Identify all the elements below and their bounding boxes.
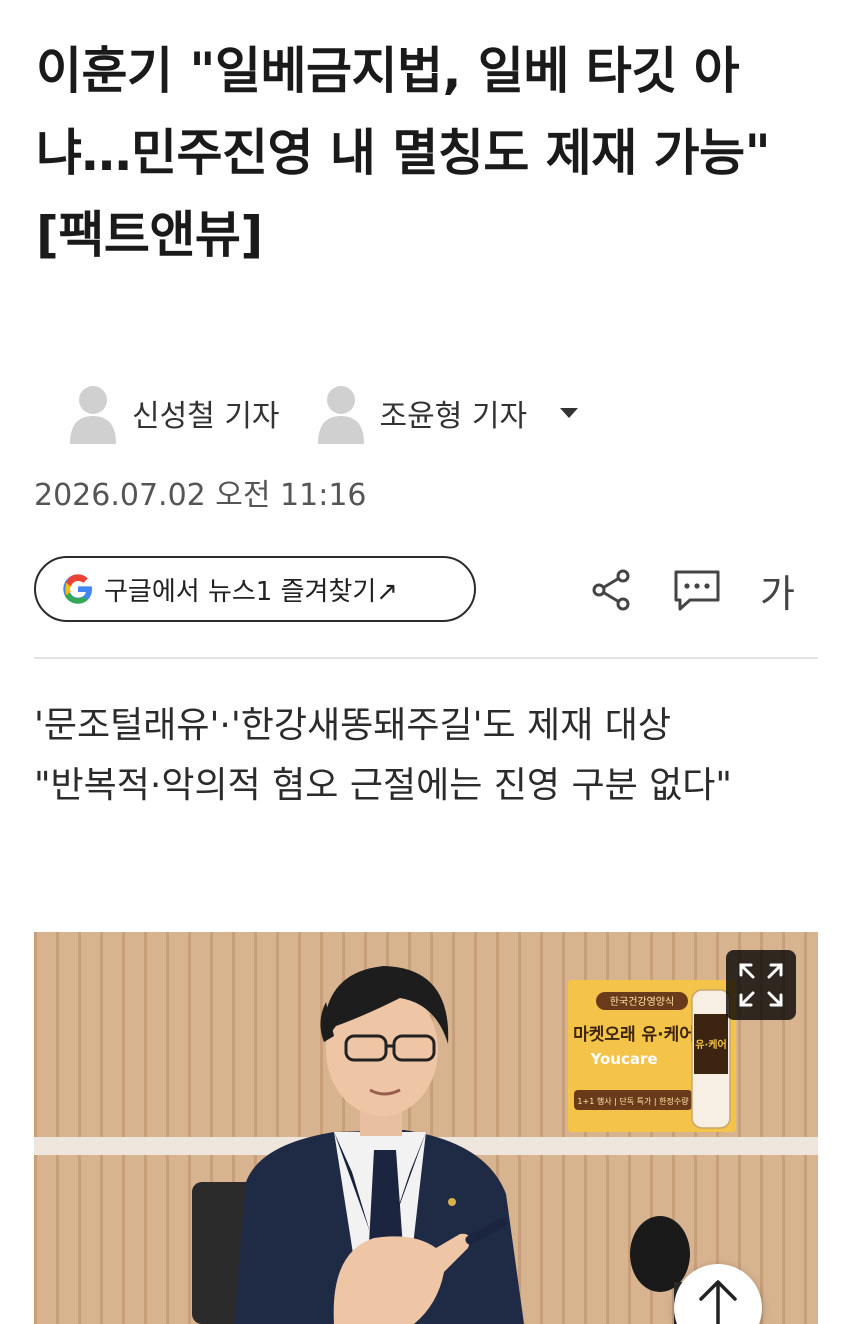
article-page: 이훈기 "일베금지법, 일베 타깃 아냐…민주진영 내 멸칭도 제재 가능" [… [0, 0, 850, 1324]
photo-illustration: 한국건강영양식 마켓오래 유·케어 Youcare 1+1 행사 | 단독 특가… [34, 932, 818, 1324]
reporter-2[interactable]: 조윤형 기자 [314, 382, 528, 444]
reporter-1[interactable]: 신성철 기자 [66, 382, 280, 444]
avatar-icon [70, 386, 116, 444]
font-size-button[interactable]: 가 [760, 563, 795, 618]
google-follow-button[interactable]: 구글에서 뉴스1 즐겨찾기↗ [34, 556, 476, 622]
article-toolbar: 가 [582, 560, 795, 620]
arrow-up-icon [699, 1280, 737, 1324]
ad-badge: 한국건강영양식 [610, 996, 674, 1008]
publish-datetime: 2026.07.02 오전 11:16 [34, 478, 367, 513]
ad-footer: 1+1 행사 | 단독 특가 | 한정수량 [577, 1096, 689, 1106]
article-subheadings: '문조털래유'·'한강새똥돼주길'도 제재 대상 "반복적·악의적 혐오 근절에… [34, 696, 818, 816]
share-button[interactable] [582, 561, 640, 619]
article-photo[interactable]: 한국건강영양식 마켓오래 유·케어 Youcare 1+1 행사 | 단독 특가… [34, 932, 818, 1324]
bottle-label: 유·케어 [695, 1038, 726, 1051]
google-follow-label: 구글에서 뉴스1 즐겨찾기↗ [104, 576, 399, 607]
reporter-name: 신성철 기자 [132, 399, 280, 434]
comment-icon [674, 570, 720, 611]
subheading: "반복적·악의적 혐오 근절에는 진영 구분 없다" [34, 765, 732, 806]
avatar-icon [317, 386, 364, 444]
reporter-byline: 신성철 기자 조윤형 기자 [66, 382, 579, 444]
ad-line1: 마켓오래 유·케어 [573, 1025, 695, 1045]
subheading: '문조털래유'·'한강새똥돼주길'도 제재 대상 [34, 705, 671, 746]
ad-line2: Youcare [589, 1050, 657, 1068]
google-g-icon [63, 574, 92, 604]
reporter-dropdown-button[interactable] [559, 407, 579, 419]
caret-down-icon [560, 408, 579, 418]
article-headline: 이훈기 "일베금지법, 일베 타깃 아냐…민주진영 내 멸칭도 제재 가능" [… [36, 42, 771, 264]
ad-board: 한국건강영양식 마켓오래 유·케어 Youcare 1+1 행사 | 단독 특가… [568, 980, 736, 1132]
reporter-name: 조윤형 기자 [379, 399, 528, 434]
share-icon [592, 569, 630, 611]
comment-button[interactable] [668, 561, 726, 619]
expand-photo-button[interactable] [726, 950, 796, 1020]
expand-icon [739, 963, 783, 1007]
divider [34, 657, 818, 659]
